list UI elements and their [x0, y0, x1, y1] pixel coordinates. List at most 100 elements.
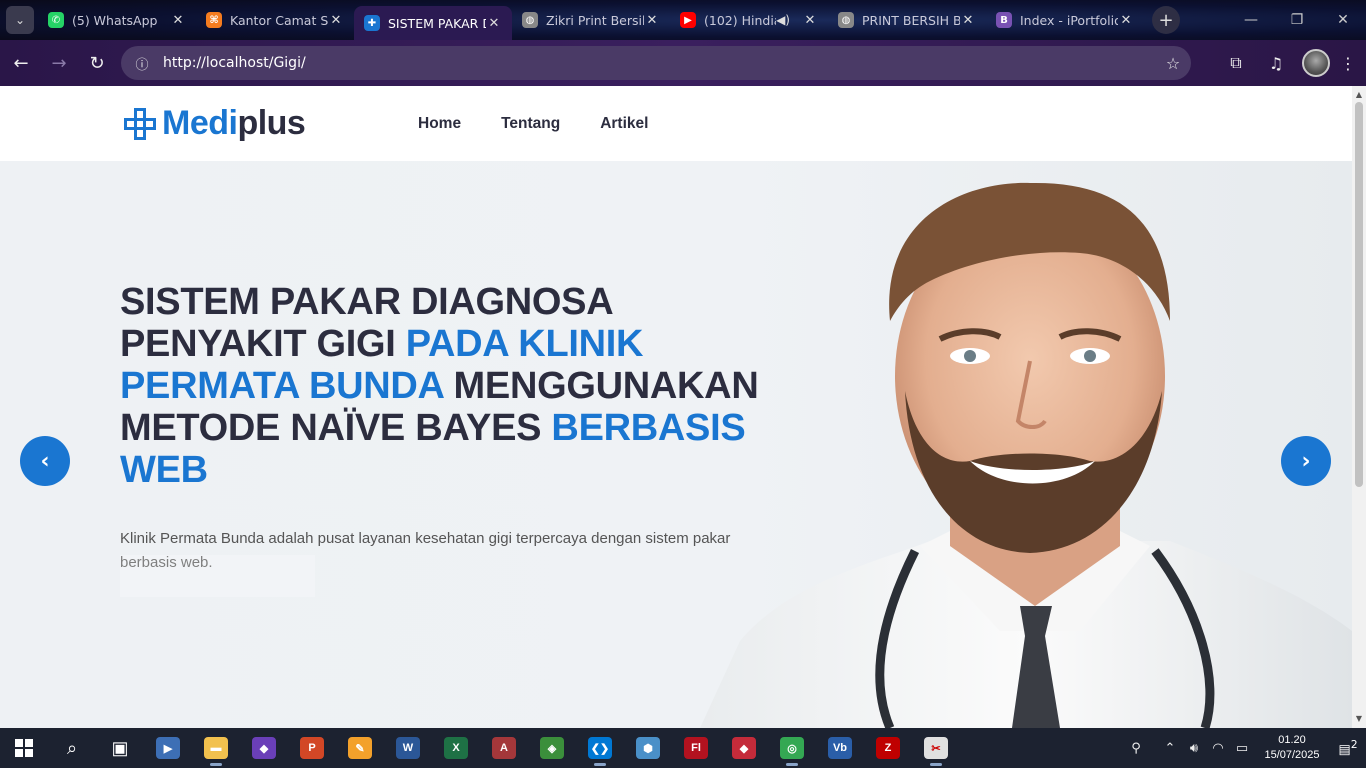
paint-app-icon: ✎	[348, 737, 372, 759]
visual-studio-button[interactable]: ◆	[240, 728, 288, 768]
tab-label: (5) WhatsApp	[72, 12, 158, 28]
vb-button[interactable]: Vb	[816, 728, 864, 768]
corel-icon: ◈	[540, 737, 564, 759]
back-button[interactable]: ←	[4, 46, 38, 80]
clock[interactable]: 01.20 15/07/2025	[1254, 733, 1330, 763]
nav-home[interactable]: Home	[418, 115, 461, 133]
logo-text: Mediplus	[162, 104, 306, 143]
window-controls: — ❐ ✕	[1228, 0, 1366, 40]
hero-slider: SISTEM PAKAR DIAGNOSA PENYAKIT GIGI PADA…	[0, 161, 1352, 728]
browser-tab[interactable]: ✆ (5) WhatsApp ✕	[38, 5, 196, 35]
chat-bubble-icon: ▤	[1338, 742, 1351, 758]
filezilla-button[interactable]: Z	[864, 728, 912, 768]
start-button[interactable]	[0, 728, 48, 768]
close-tab-icon[interactable]: ✕	[644, 13, 660, 28]
powerpoint-button[interactable]: P	[288, 728, 336, 768]
chevron-right-icon: ›	[1301, 448, 1311, 474]
word-button[interactable]: W	[384, 728, 432, 768]
speaker-icon[interactable]: ◀)	[776, 13, 790, 27]
tab-label: PRINT BERSIH B	[862, 12, 960, 28]
media-player-button[interactable]: ▶	[144, 728, 192, 768]
snipping-tool-button[interactable]: ✂	[912, 728, 960, 768]
new-tab-button[interactable]: +	[1152, 6, 1180, 34]
access-button[interactable]: A	[480, 728, 528, 768]
scroll-down-icon[interactable]: ▼	[1352, 712, 1366, 726]
system-tray: ⚲ ⌃ 🔊︎ ◠ ▭ 01.20 15/07/2025 ▤2	[1124, 728, 1366, 768]
paint-app-button[interactable]: ✎	[336, 728, 384, 768]
vscode-icon: ❮❯	[588, 737, 612, 759]
scrollbar-thumb[interactable]	[1355, 102, 1363, 487]
kebab-menu-icon[interactable]: ⋮	[1336, 54, 1360, 73]
medical-cross-logo-icon	[124, 107, 156, 140]
close-tab-icon[interactable]: ✕	[1118, 13, 1134, 28]
toolbar-actions: ⧉ ♫ ⋮	[1216, 46, 1360, 80]
extensions-icon[interactable]: ⧉	[1216, 53, 1256, 73]
search-taskbar-button[interactable]: ⌕	[48, 728, 96, 768]
plus-icon: +	[1158, 9, 1174, 31]
browser-tab[interactable]: ◍ PRINT BERSIH B ✕	[828, 5, 986, 35]
battery-icon[interactable]: ▭	[1230, 741, 1254, 756]
nav-tentang[interactable]: Tentang	[501, 115, 560, 133]
minimize-icon: —	[1244, 12, 1258, 28]
browser-tab[interactable]: B Index - iPortfolio ✕	[986, 5, 1144, 35]
page-scrollbar[interactable]: ▲ ▼	[1352, 86, 1366, 728]
whatsapp-icon: ✆	[48, 12, 64, 28]
slider-prev-button[interactable]: ‹	[20, 436, 70, 486]
url-text[interactable]: http://localhost/Gigi/	[157, 55, 1155, 71]
arrow-right-icon: →	[51, 52, 67, 74]
site-logo[interactable]: Mediplus	[124, 104, 306, 143]
maximize-button[interactable]: ❐	[1274, 0, 1320, 40]
browser-tab[interactable]: ⌘ Kantor Camat Si ✕	[196, 5, 354, 35]
browser-titlebar: ⌄ ✆ (5) WhatsApp ✕ ⌘ Kantor Camat Si ✕ ✚ SISTEM…	[0, 0, 1366, 40]
close-tab-icon[interactable]: ✕	[802, 13, 818, 28]
scroll-up-icon[interactable]: ▲	[1352, 88, 1366, 102]
box-app-button[interactable]: ⬢	[624, 728, 672, 768]
chevron-down-icon: ⌄	[14, 13, 26, 27]
notification-count: 2	[1350, 738, 1358, 752]
hero-cta-button[interactable]	[120, 555, 315, 597]
site-info-icon[interactable]: ⓘ	[127, 54, 157, 73]
close-tab-icon[interactable]: ✕	[960, 13, 976, 28]
task-view-button[interactable]: ▣	[96, 728, 144, 768]
bootstrap-icon: B	[996, 12, 1012, 28]
browser-tab[interactable]: ◍ Zikri Print Bersih ✕	[512, 5, 670, 35]
filezilla-alt-button[interactable]: Fl	[672, 728, 720, 768]
forward-button[interactable]: →	[42, 46, 76, 80]
volume-icon[interactable]: 🔊︎	[1182, 741, 1206, 756]
copilot-icon[interactable]: ⚲	[1124, 741, 1148, 756]
reload-button[interactable]: ↻	[80, 46, 114, 80]
vscode-button[interactable]: ❮❯	[576, 728, 624, 768]
file-explorer-button[interactable]: ▬	[192, 728, 240, 768]
logo-text-medi: Medi	[162, 104, 238, 142]
slider-next-button[interactable]: ›	[1281, 436, 1331, 486]
globe-icon: ◍	[838, 12, 854, 28]
browser-tab[interactable]: ▶ (102) Hindia ◀) ✕	[670, 5, 828, 35]
file-explorer-icon: ▬	[204, 737, 228, 759]
box-app-icon: ⬢	[636, 737, 660, 759]
web-page: Mediplus Home Tentang Artikel SISTEM PAK…	[0, 86, 1352, 728]
corel-button[interactable]: ◈	[528, 728, 576, 768]
tab-label: Kantor Camat Si	[230, 12, 328, 28]
chrome-button[interactable]: ◎	[768, 728, 816, 768]
browser-tab[interactable]: ✚ SISTEM PAKAR D ✕	[354, 6, 512, 40]
close-tab-icon[interactable]: ✕	[486, 16, 502, 31]
excel-button[interactable]: X	[432, 728, 480, 768]
close-tab-icon[interactable]: ✕	[170, 13, 186, 28]
wifi-icon[interactable]: ◠	[1206, 741, 1230, 756]
show-hidden-icons[interactable]: ⌃	[1158, 741, 1182, 756]
windows-taskbar: ⌕ ▣ ▶ ▬ ◆ P ✎ W X A ◈ ❮❯ ⬢ Fl ◆ ◎ Vb Z ✂ ⚲ ⌃ 🔊︎ ◠ ▭ 01.20 …	[0, 728, 1366, 768]
close-tab-icon[interactable]: ✕	[328, 13, 344, 28]
bookmark-star-icon[interactable]: ☆	[1155, 54, 1191, 73]
media-control-icon[interactable]: ♫	[1256, 54, 1296, 73]
diamond-app-button[interactable]: ◆	[720, 728, 768, 768]
profile-avatar[interactable]	[1302, 49, 1330, 77]
browser-toolbar: ← → ↻ ⓘ http://localhost/Gigi/ ☆ ⧉ ♫ ⋮	[0, 40, 1366, 86]
nav-artikel[interactable]: Artikel	[600, 115, 648, 133]
address-bar[interactable]: ⓘ http://localhost/Gigi/ ☆	[121, 46, 1191, 80]
tab-label: Zikri Print Bersih	[546, 12, 644, 28]
filezilla-alt-icon: Fl	[684, 737, 708, 759]
tab-search-button[interactable]: ⌄	[6, 6, 34, 34]
notification-center-button[interactable]: ▤2	[1330, 738, 1366, 757]
minimize-button[interactable]: —	[1228, 0, 1274, 40]
close-window-button[interactable]: ✕	[1320, 0, 1366, 40]
